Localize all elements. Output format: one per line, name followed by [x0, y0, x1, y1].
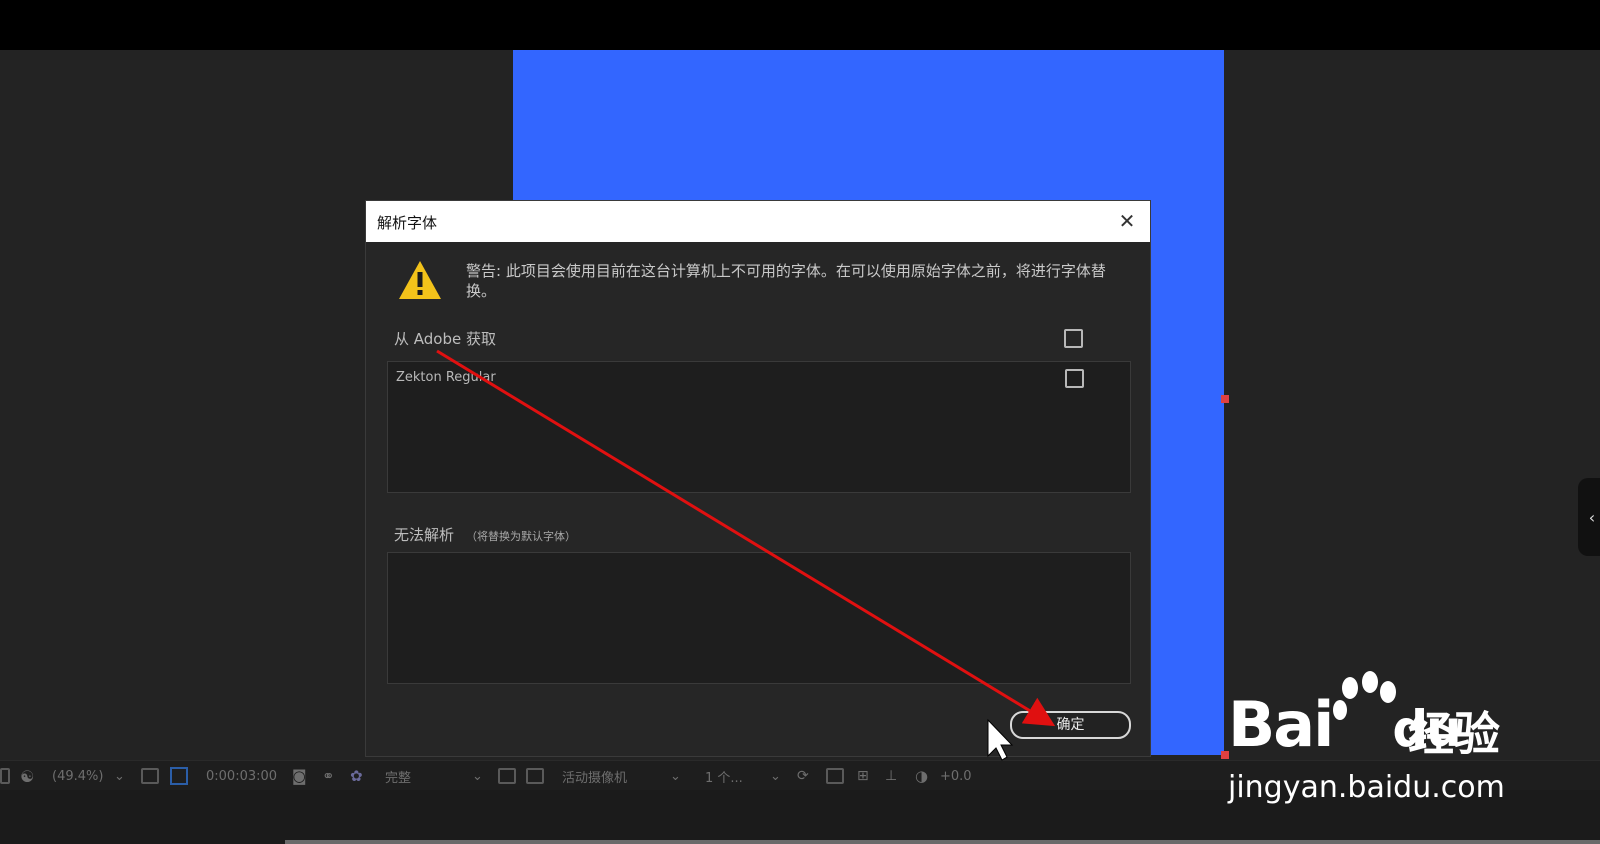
timecode[interactable]: 0:00:03:00: [206, 761, 277, 791]
exposure-value[interactable]: +0.0: [940, 761, 972, 791]
mask-icon[interactable]: ☯: [20, 761, 34, 791]
top-black-bar: [0, 0, 1600, 50]
show-snapshot-icon[interactable]: ⚭: [322, 761, 335, 791]
region-icon[interactable]: [498, 761, 516, 791]
warning-icon: [399, 261, 441, 299]
resolution-select[interactable]: 完整: [385, 761, 411, 791]
toggle-pixel-icon[interactable]: ⟳: [797, 761, 809, 791]
font-checkbox[interactable]: [1065, 369, 1084, 388]
list-item[interactable]: Zekton Regular: [396, 370, 496, 385]
chevron-down-icon[interactable]: ⌄: [770, 761, 781, 791]
fast-preview-icon[interactable]: [826, 761, 844, 791]
chevron-left-icon: ‹: [1588, 507, 1596, 527]
resolve-fonts-dialog: 解析字体 ✕ 警告: 此项目会使用目前在这台计算机上不可用的字体。在可以使用原始…: [365, 200, 1151, 757]
chevron-down-icon[interactable]: ⌄: [472, 761, 483, 791]
views-select[interactable]: 1 个...: [705, 761, 743, 791]
unresolved-label: 无法解析: [394, 526, 455, 544]
flowchart-icon[interactable]: ⊥: [885, 761, 897, 791]
adobe-font-list: Zekton Regular: [387, 361, 1131, 493]
camera-select[interactable]: 活动摄像机: [562, 761, 627, 791]
unresolved-hint: （将替换为默认字体）: [466, 530, 577, 543]
grid-icon[interactable]: [141, 761, 159, 791]
transparency-grid-icon[interactable]: [526, 761, 544, 791]
zoom-level[interactable]: (49.4%): [52, 761, 103, 791]
toolbar-icon-left[interactable]: [0, 761, 10, 791]
dialog-title: 解析字体: [377, 214, 438, 232]
exposure-icon[interactable]: ◑: [915, 761, 928, 791]
watermark-url: jingyan.baidu.com: [1228, 770, 1505, 805]
collapse-panel-tab[interactable]: ‹: [1578, 478, 1600, 556]
close-icon[interactable]: ✕: [1114, 208, 1140, 234]
adobe-select-all-checkbox[interactable]: [1064, 329, 1083, 348]
paw-icon: [1333, 671, 1396, 720]
adobe-section-label: 从 Adobe 获取: [394, 330, 496, 348]
camera-snapshot-icon[interactable]: ◙: [292, 761, 307, 791]
channel-icon[interactable]: ✿: [350, 761, 363, 791]
watermark-cn: 经验: [1408, 707, 1500, 761]
dialog-titlebar: 解析字体 ✕: [366, 201, 1150, 242]
timeline-icon[interactable]: ⊞: [857, 761, 869, 791]
ok-button[interactable]: 确定: [1010, 711, 1131, 739]
baidu-jingyan-watermark: Bai du 经验 jingyan.baidu.com: [1228, 670, 1538, 820]
transparency-icon[interactable]: [170, 761, 188, 791]
layer-handle-right[interactable]: [1221, 395, 1229, 403]
chevron-down-icon[interactable]: ⌄: [114, 761, 125, 791]
unresolved-section-label: 无法解析 （将替换为默认字体）: [394, 524, 576, 545]
chevron-down-icon[interactable]: ⌄: [670, 761, 681, 791]
warning-message: 警告: 此项目会使用目前在这台计算机上不可用的字体。在可以使用原始字体之前，将进…: [466, 262, 1106, 300]
timeline-scrollbar[interactable]: [285, 840, 1600, 844]
unresolved-font-list: [387, 552, 1131, 684]
